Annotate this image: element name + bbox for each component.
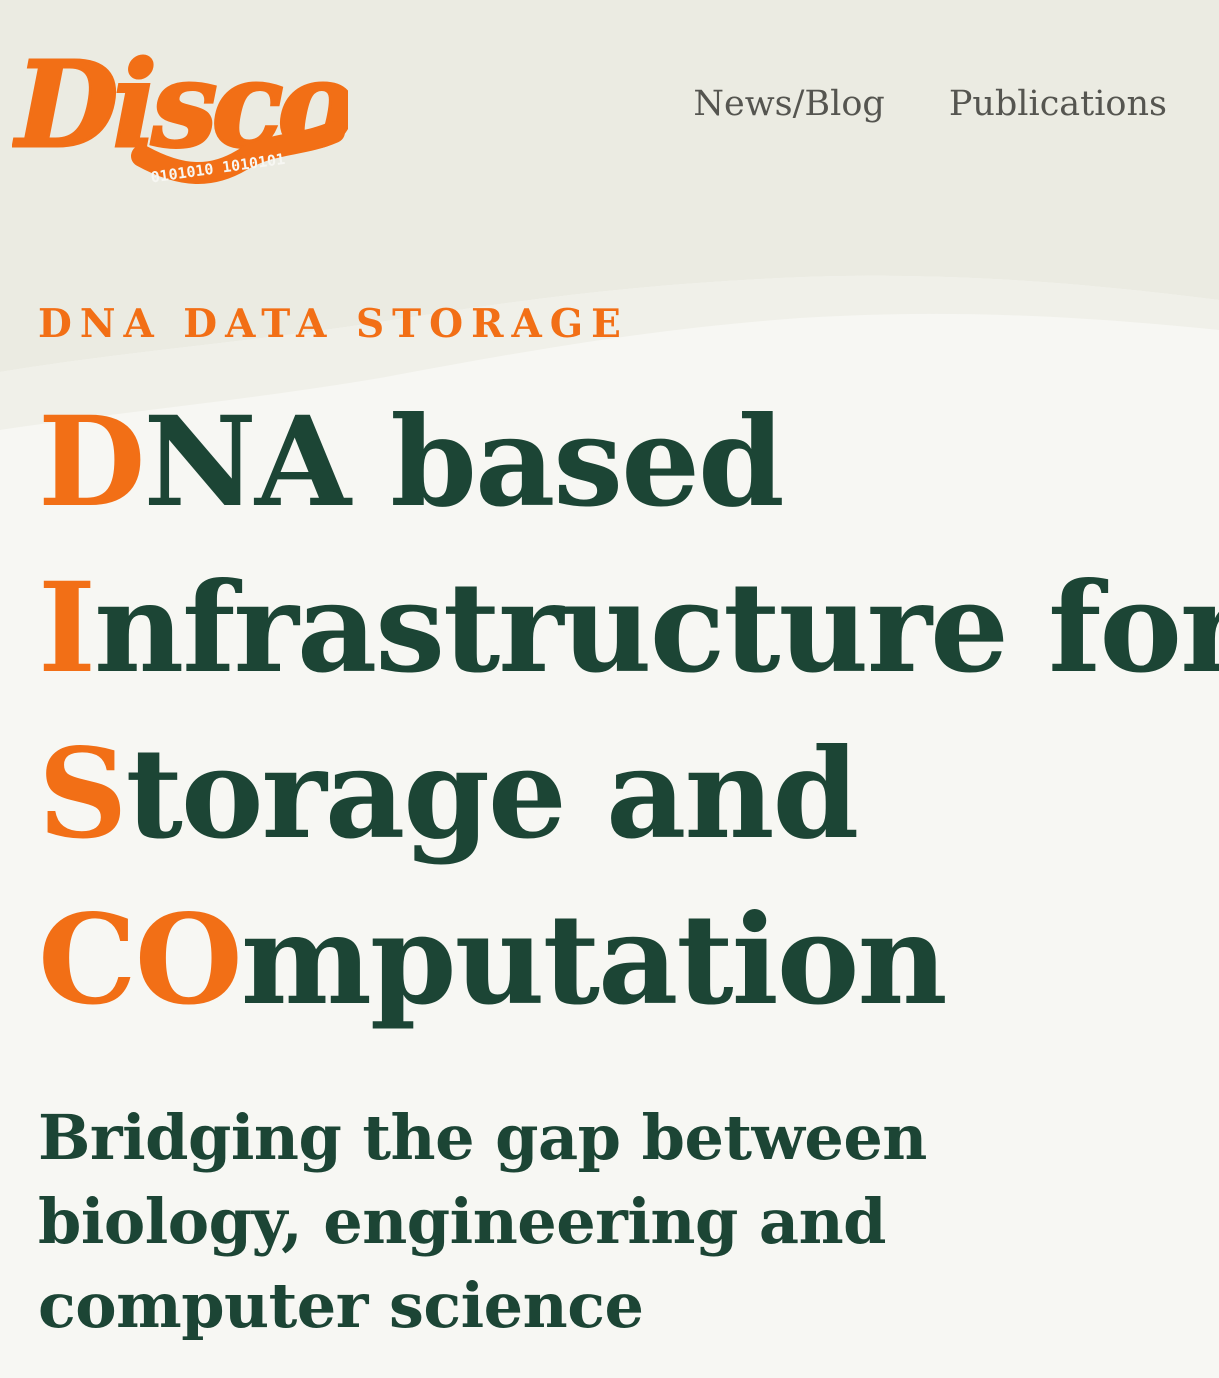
disco-logo[interactable]: Disco 0101010 1010101 <box>12 28 360 187</box>
title-rest: mputation <box>240 888 948 1033</box>
title-initial: D <box>38 390 146 535</box>
title-initial: CO <box>38 888 243 1033</box>
main-nav: News/Blog Publications <box>693 84 1167 124</box>
hero-eyebrow: DNA DATA STORAGE <box>38 301 629 347</box>
hero-subtitle: Bridging the gap between biology, engine… <box>38 1101 927 1342</box>
title-rest: nfrastructure for <box>94 556 1219 701</box>
title-line: DNA based <box>38 380 1219 546</box>
title-initial: I <box>38 556 96 701</box>
nav-item-news-blog[interactable]: News/Blog <box>693 84 884 124</box>
title-rest: torage and <box>125 722 860 867</box>
hero-title: DNA based Infrastructure for Storage and… <box>38 380 1219 1044</box>
hero-section: DNA DATA STORAGE DNA based Infrastructur… <box>38 294 1219 1348</box>
title-rest: NA based <box>143 390 785 535</box>
title-line: COmputation <box>38 878 1219 1044</box>
title-line: Infrastructure for <box>38 546 1219 712</box>
site-header: Disco 0101010 1010101 News/Blog Publicat… <box>0 0 1219 220</box>
title-initial: S <box>38 722 128 867</box>
nav-item-publications[interactable]: Publications <box>949 84 1167 124</box>
disco-logo-icon: Disco 0101010 1010101 <box>12 34 360 187</box>
title-line: Storage and <box>38 712 1219 878</box>
